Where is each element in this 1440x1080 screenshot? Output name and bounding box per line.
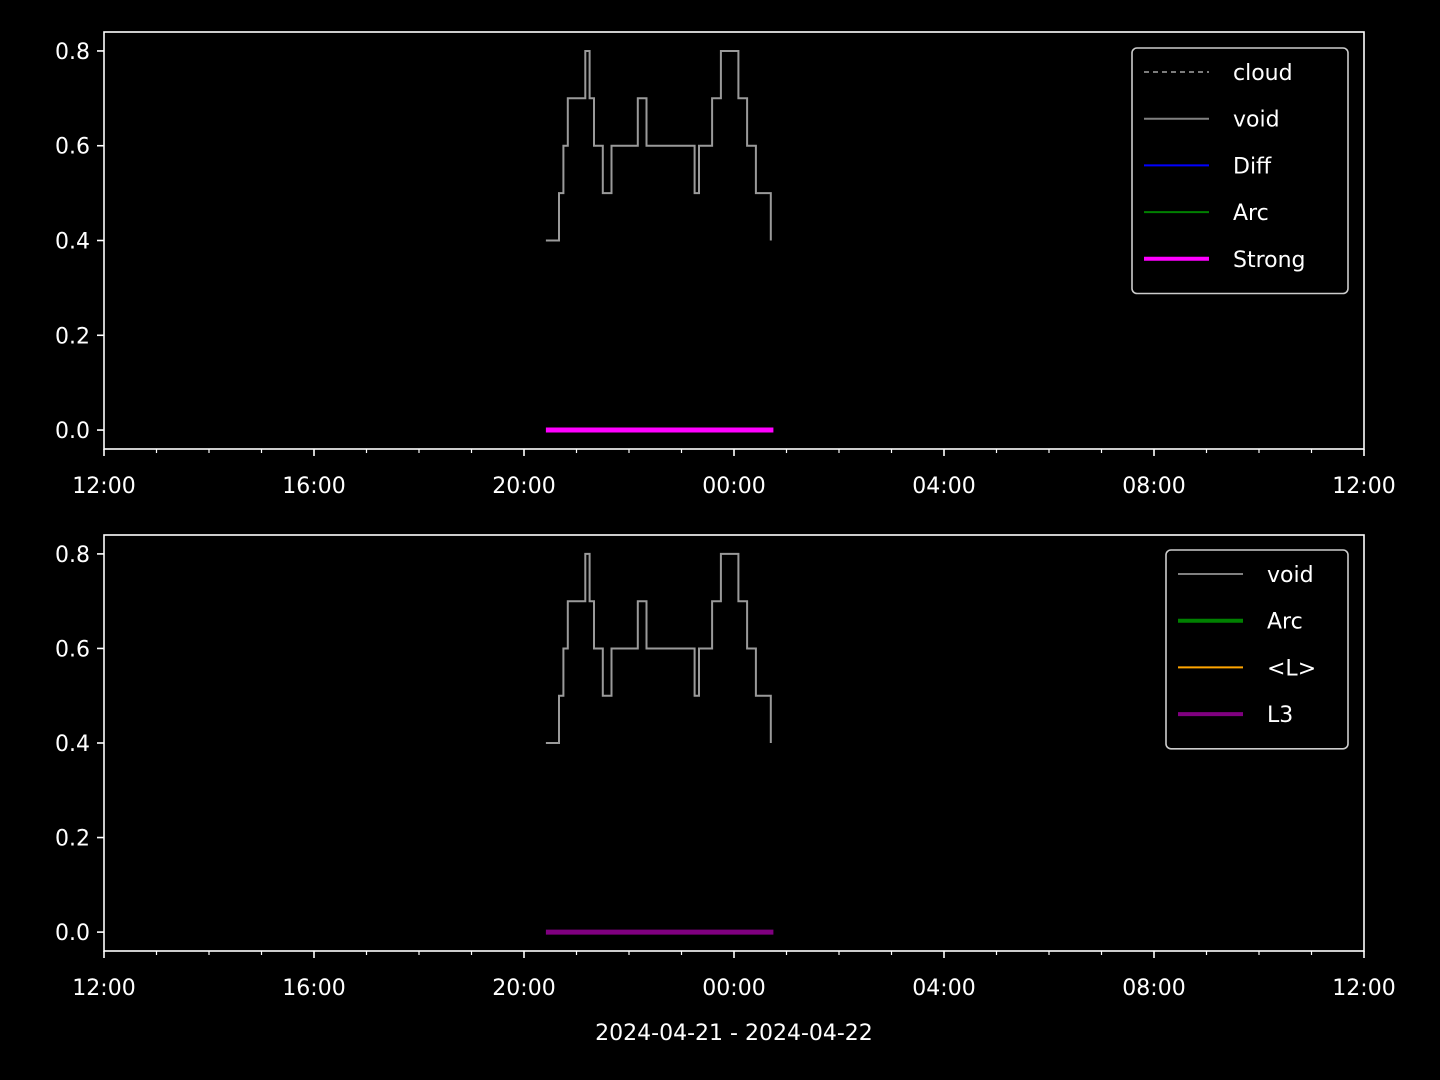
legend-label: Strong	[1233, 248, 1306, 273]
y-tick-label: 0.0	[55, 921, 90, 946]
legend: void Arc <L> L3	[1165, 549, 1349, 750]
x-tick-label: 00:00	[702, 474, 765, 499]
legend-label: Arc	[1267, 610, 1303, 635]
legend-label: L3	[1267, 703, 1293, 728]
y-tick-label: 0.2	[55, 827, 90, 852]
y-tick-label: 0.4	[55, 732, 90, 757]
legend-label: <L>	[1267, 656, 1316, 681]
legend: cloud void Diff Arc Strong	[1131, 47, 1349, 295]
y-tick-label: 0.2	[55, 324, 90, 349]
x-tick-label: 04:00	[912, 474, 975, 499]
legend-box	[1165, 549, 1349, 750]
y-tick-label: 0.0	[55, 419, 90, 444]
chart-figure: 0.0 0.2 0.4 0.6 0.8 12:00 16:00 20:00 00:00 04:00…	[0, 0, 1440, 1080]
legend-label: void	[1267, 563, 1314, 588]
x-tick-label: 20:00	[492, 976, 555, 1001]
y-tick-label: 0.6	[55, 135, 90, 160]
x-tick-label: 04:00	[912, 976, 975, 1001]
x-tick-label: 00:00	[702, 976, 765, 1001]
legend-label: void	[1233, 108, 1280, 133]
x-tick-label: 12:00	[1332, 474, 1395, 499]
legend-label: cloud	[1233, 61, 1293, 86]
x-tick-label: 08:00	[1122, 976, 1185, 1001]
y-tick-label: 0.8	[55, 40, 90, 65]
figure-xlabel: 2024-04-21 - 2024-04-22	[595, 1021, 873, 1046]
x-tick-label: 12:00	[72, 976, 135, 1001]
x-tick-label: 16:00	[282, 474, 345, 499]
legend-label: Diff	[1233, 154, 1272, 179]
x-tick-label: 20:00	[492, 474, 555, 499]
x-tick-label: 08:00	[1122, 474, 1185, 499]
y-tick-label: 0.8	[55, 543, 90, 568]
y-tick-label: 0.6	[55, 637, 90, 662]
x-tick-label: 12:00	[1332, 976, 1395, 1001]
legend-label: Arc	[1233, 201, 1269, 226]
x-tick-label: 12:00	[72, 474, 135, 499]
y-tick-label: 0.4	[55, 230, 90, 255]
x-tick-label: 16:00	[282, 976, 345, 1001]
